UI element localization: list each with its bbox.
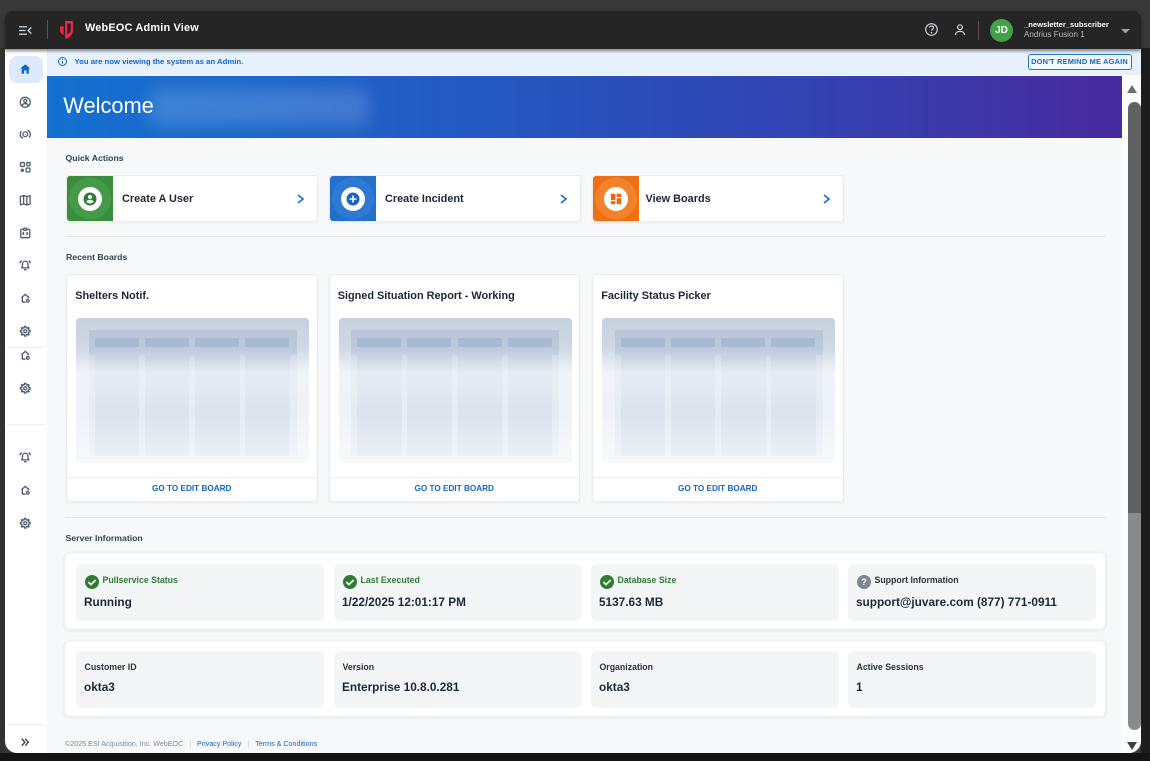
svg-text:?: ? — [861, 577, 867, 587]
